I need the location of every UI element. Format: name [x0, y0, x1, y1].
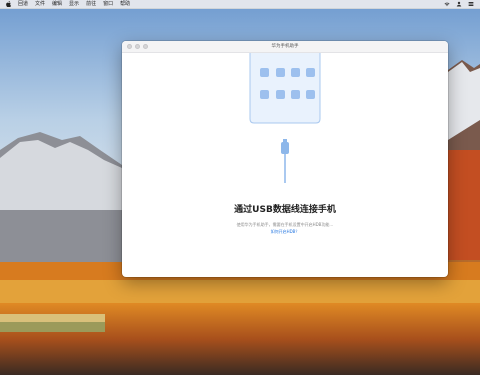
apple-icon[interactable] — [6, 1, 11, 7]
menu-item-edit[interactable]: 编辑 — [52, 0, 62, 9]
wifi-icon[interactable] — [444, 1, 450, 7]
menu-item-file[interactable]: 文件 — [35, 0, 45, 9]
menu-item-go[interactable]: 前往 — [86, 0, 96, 9]
menu-item-1[interactable]: 回道 — [18, 0, 28, 9]
menu-item-help[interactable]: 帮助 — [120, 0, 130, 9]
window-titlebar: 华为手机助手 — [122, 41, 448, 53]
control-center-icon[interactable] — [468, 1, 474, 7]
menu-item-view[interactable]: 显示 — [69, 0, 79, 9]
usb-cable-icon — [281, 139, 289, 183]
menu-bar: 回道 文件 编辑 显示 前往 窗口 帮助 — [0, 0, 480, 9]
user-icon[interactable] — [456, 1, 462, 7]
connect-instructions: 使用华为手机助手，需要在手机设置中开启HDB功能… — [236, 222, 334, 227]
menu-item-window[interactable]: 窗口 — [103, 0, 113, 9]
window-title: 华为手机助手 — [271, 44, 299, 49]
connect-usb-title: 通过USB数据线连接手机 — [234, 205, 336, 215]
huawei-assistant-window: 华为手机助手 通过USB数据线连接手机 使用华为手机助手，需要在手机设置中开启H… — [122, 41, 448, 277]
phone-usb-illustration — [249, 53, 321, 183]
help-link[interactable]: 如何开启HDB？ — [122, 229, 448, 235]
